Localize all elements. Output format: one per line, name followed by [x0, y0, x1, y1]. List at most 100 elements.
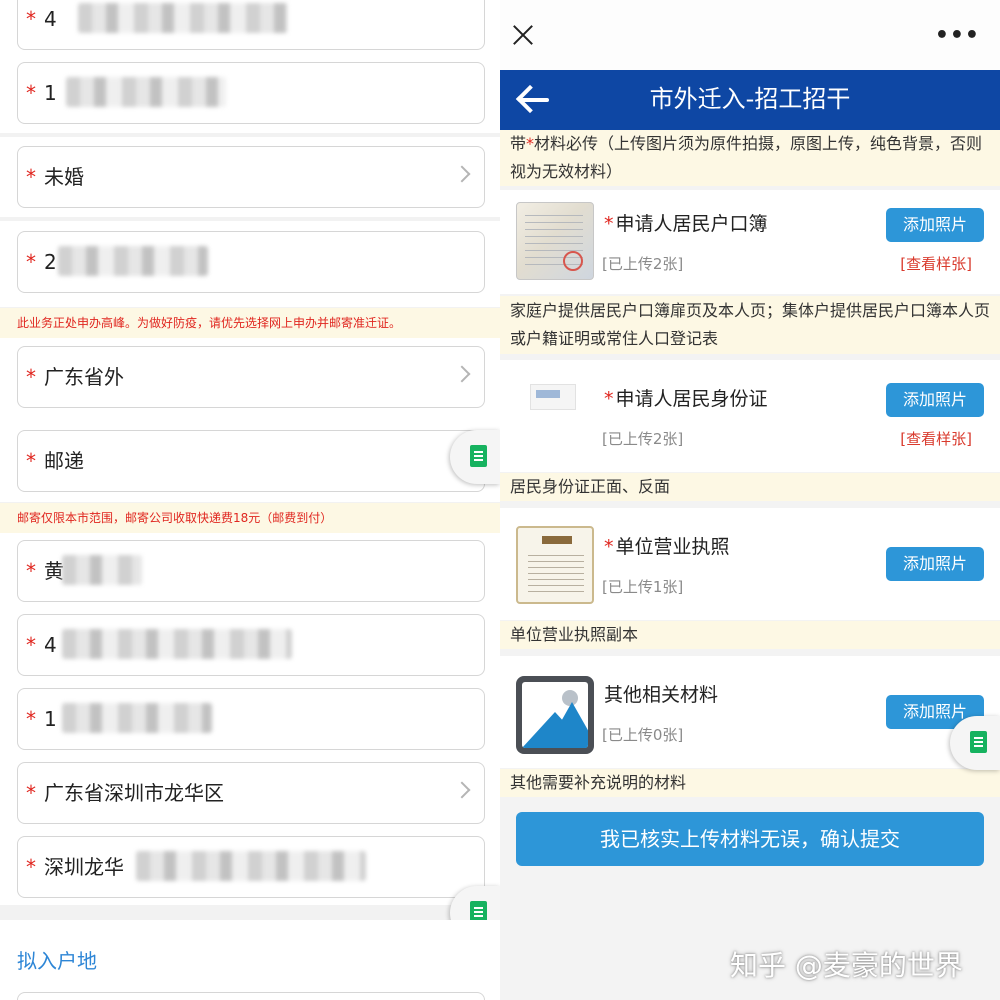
delivery-method-select[interactable]: * 邮递 — [17, 430, 485, 492]
redaction-mosaic — [62, 555, 142, 585]
household-register-thumbnail[interactable] — [516, 202, 594, 280]
material-title: * 申请人居民身份证 — [604, 388, 768, 410]
material-title: * 申请人居民户口簿 — [604, 213, 768, 235]
document-icon — [470, 445, 487, 467]
field-value: 深圳龙华 — [44, 855, 124, 879]
document-float-button[interactable] — [950, 716, 1000, 770]
business-license-thumbnail[interactable] — [516, 526, 594, 604]
material-note: 居民身份证正面、反面 — [500, 473, 1000, 501]
field-value: 1 — [44, 707, 57, 731]
upload-count: [已上传1张] — [602, 578, 684, 596]
material-title-text: 申请人居民身份证 — [615, 388, 768, 410]
next-field-edge[interactable] — [17, 992, 485, 1000]
form-group-4: * 广东省外 * 邮递 — [0, 338, 500, 502]
placeholder-frame — [522, 682, 588, 748]
form-group-2: * 未婚 — [0, 137, 500, 217]
redaction-mosaic — [66, 77, 226, 107]
required-mark: * — [26, 365, 36, 389]
redaction-mosaic — [136, 851, 366, 881]
upload-materials-panel: ••• 市外迁入-招工招干 带*材料必传（上传图片须为原件拍摄，原图上传，纯色背… — [500, 0, 1000, 1000]
add-photo-button[interactable]: 添加照片 — [886, 383, 984, 417]
required-mark: * — [26, 449, 36, 473]
form-field-redacted-1[interactable]: * 4 — [17, 0, 485, 50]
screenshot-collage: * 4 * 1 * 未婚 * 2 此业务正处申办高峰。为做好防疫，请优先选择网上… — [0, 0, 1000, 1000]
field-value: 邮递 — [44, 449, 84, 473]
browser-top-bar: ••• — [500, 0, 1000, 70]
field-value: 未婚 — [44, 165, 84, 189]
material-note: 家庭户提供居民户口簿扉页及本人页；集体户提供居民户口簿本人页或户籍证明或常住人口… — [500, 296, 1000, 354]
required-mark: * — [26, 855, 36, 879]
field-value: 1 — [44, 81, 57, 105]
document-icon — [970, 731, 987, 753]
material-title: * 单位营业执照 — [604, 536, 730, 558]
destination-district-select[interactable]: * 广东省深圳市龙华区 — [17, 762, 485, 824]
section-title-destination: 拟入户地 — [17, 949, 97, 973]
redaction-mosaic — [62, 703, 212, 733]
material-title: 其他相关材料 — [604, 684, 719, 706]
zhihu-watermark: 知乎 @麦豪的世界 — [730, 949, 963, 982]
document-float-button[interactable] — [450, 430, 500, 484]
view-sample-link[interactable]: [查看样张] — [900, 429, 972, 449]
required-mark: * — [526, 134, 535, 153]
intro-text: 材料必传（上传图片须为原件拍摄，原图上传，纯色背景，否则视为无效材料） — [510, 134, 983, 181]
material-note: 其他需要补充说明的材料 — [500, 769, 1000, 797]
material-title-text: 申请人居民户口簿 — [615, 213, 768, 235]
id-card-thumbnail[interactable] — [516, 374, 594, 452]
view-sample-link[interactable]: [查看样张] — [900, 254, 972, 274]
form-group-1: * 4 * 1 — [0, 0, 500, 133]
page-header: 市外迁入-招工招干 — [500, 70, 1000, 130]
chevron-right-icon — [453, 781, 471, 799]
material-title-text: 单位营业执照 — [615, 536, 730, 558]
origin-region-select[interactable]: * 广东省外 — [17, 346, 485, 408]
required-mark: * — [26, 633, 36, 657]
required-mark: * — [26, 250, 36, 274]
redaction-mosaic — [58, 246, 208, 276]
material-note: 单位营业执照副本 — [500, 621, 1000, 649]
form-group-3: * 2 — [0, 221, 500, 307]
field-value: 4 — [44, 633, 57, 657]
field-value: 黄 — [44, 559, 64, 583]
required-mark: * — [26, 165, 36, 189]
close-icon[interactable] — [512, 24, 534, 46]
form-field-redacted-3[interactable]: * 2 — [17, 231, 485, 293]
required-mark: * — [26, 707, 36, 731]
destination-address-field[interactable]: * 深圳龙华 — [17, 836, 485, 898]
form-field-redacted-6[interactable]: * 1 — [17, 688, 485, 750]
migration-form-panel: * 4 * 1 * 未婚 * 2 此业务正处申办高峰。为做好防疫，请优先选择网上… — [0, 0, 500, 1000]
required-mark: * — [26, 781, 36, 805]
page-title: 市外迁入-招工招干 — [649, 85, 851, 113]
marital-status-select[interactable]: * 未婚 — [17, 146, 485, 208]
upload-count: [已上传2张] — [602, 255, 684, 273]
field-value: 广东省深圳市龙华区 — [44, 781, 224, 805]
form-group-5: * 黄 * 4 * 1 * 广东省深圳市龙华区 * 深圳龙华 — [0, 533, 500, 905]
form-field-redacted-2[interactable]: * 1 — [17, 62, 485, 124]
required-mark: * — [26, 559, 36, 583]
form-field-redacted-5[interactable]: * 4 — [17, 614, 485, 676]
field-value: 广东省外 — [44, 365, 124, 389]
mountain-shape — [546, 702, 588, 748]
material-card: * 申请人居民身份证 [已上传2张] 添加照片 [查看样张] — [500, 360, 1000, 472]
material-card: 其他相关材料 [已上传0张] 添加照片 — [500, 656, 1000, 768]
postal-notice: 邮寄仅限本市范围，邮寄公司收取快递费18元（邮费到付） — [0, 503, 500, 533]
upload-instructions: 带*材料必传（上传图片须为原件拍摄，原图上传，纯色背景，否则视为无效材料） — [500, 130, 1000, 186]
field-value: 4 — [44, 7, 57, 31]
more-menu-icon[interactable]: ••• — [935, 25, 980, 47]
chevron-right-icon — [453, 165, 471, 183]
intro-prefix: 带 — [510, 134, 527, 153]
add-photo-button[interactable]: 添加照片 — [886, 547, 984, 581]
confirm-submit-button[interactable]: 我已核实上传材料无误，确认提交 — [516, 812, 984, 866]
upload-count: [已上传2张] — [602, 430, 684, 448]
required-mark: * — [26, 7, 36, 31]
material-card: * 单位营业执照 [已上传1张] 添加照片 — [500, 508, 1000, 620]
chevron-right-icon — [453, 365, 471, 383]
add-photo-button[interactable]: 添加照片 — [886, 208, 984, 242]
material-card: * 申请人居民户口簿 [已上传2张] 添加照片 [查看样张] — [500, 190, 1000, 294]
field-value: 2 — [44, 250, 57, 274]
pandemic-notice: 此业务正处申办高峰。为做好防疫，请优先选择网上申办并邮寄准迁证。 — [0, 308, 500, 338]
upload-count: [已上传0张] — [602, 726, 684, 744]
required-mark: * — [26, 81, 36, 105]
form-field-redacted-4[interactable]: * 黄 — [17, 540, 485, 602]
redaction-mosaic — [62, 629, 292, 659]
redaction-mosaic — [78, 3, 288, 33]
image-placeholder-icon[interactable] — [516, 676, 594, 754]
